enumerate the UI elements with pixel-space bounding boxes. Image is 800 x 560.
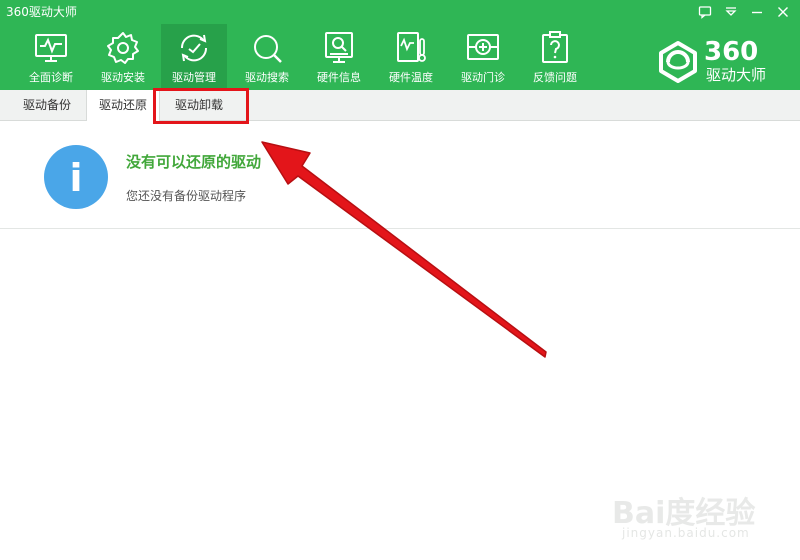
highlight-box xyxy=(153,88,249,124)
info-glyph: i xyxy=(69,156,82,200)
brand-name: 驱动大师 xyxy=(706,66,767,84)
tool-feedback[interactable]: 反馈问题 xyxy=(522,24,588,90)
monitor-search-icon xyxy=(321,30,357,66)
tool-driver-clinic[interactable]: 驱动门诊 xyxy=(450,24,516,90)
thermometer-icon xyxy=(393,30,429,66)
empty-state-description: 您还没有备份驱动程序 xyxy=(126,189,247,203)
tool-label: 驱动安装 xyxy=(101,71,145,84)
info-icon: i xyxy=(44,145,108,209)
tool-full-diagnosis[interactable]: 全面诊断 xyxy=(18,24,84,90)
tool-driver-search[interactable]: 驱动搜索 xyxy=(234,24,300,90)
menu-dropdown-icon[interactable] xyxy=(720,2,742,22)
tool-label: 驱动管理 xyxy=(172,71,216,84)
tool-hardware-info[interactable]: 硬件信息 xyxy=(306,24,372,90)
message-icon[interactable] xyxy=(694,2,716,22)
tab-driver-restore[interactable]: 驱动还原 xyxy=(86,90,160,121)
baidu-watermark: Bai度经验 jingyan.baidu.com xyxy=(612,488,792,548)
app-title: 360驱动大师 xyxy=(6,5,77,19)
monitor-pulse-icon xyxy=(33,30,69,66)
tab-driver-backup[interactable]: 驱动备份 xyxy=(10,90,84,120)
minimize-icon[interactable] xyxy=(746,2,768,22)
clinic-icon xyxy=(465,30,501,66)
tool-label: 硬件温度 xyxy=(389,71,433,84)
brand-number: 360 xyxy=(704,37,759,67)
sub-tab-bar: 驱动备份 驱动还原 驱动卸载 xyxy=(0,90,800,121)
empty-state-title: 没有可以还原的驱动 xyxy=(126,153,262,171)
tool-hardware-temperature[interactable]: 硬件温度 xyxy=(378,24,444,90)
tool-label: 硬件信息 xyxy=(317,71,361,84)
search-icon xyxy=(249,30,285,66)
title-bar[interactable]: 360驱动大师 xyxy=(0,0,800,24)
refresh-icon xyxy=(176,30,212,66)
brand-logo: 360 驱动大师 xyxy=(656,38,784,86)
tool-driver-install[interactable]: 驱动安装 xyxy=(90,24,156,90)
app-window: 360驱动大师 全面诊断 驱动安装 驱动管理 驱动搜索 硬件信息 硬件温度 驱动… xyxy=(0,0,800,560)
tool-label: 驱动门诊 xyxy=(461,71,505,84)
tool-driver-management[interactable]: 驱动管理 xyxy=(161,24,227,90)
gear-icon xyxy=(105,30,141,66)
tool-label: 驱动搜索 xyxy=(245,71,289,84)
close-icon[interactable] xyxy=(772,2,794,22)
empty-state-panel: i 没有可以还原的驱动 您还没有备份驱动程序 xyxy=(0,121,800,229)
question-icon xyxy=(537,30,573,66)
360-logo-icon xyxy=(659,41,697,83)
watermark-url: jingyan.baidu.com xyxy=(622,526,750,540)
tool-label: 反馈问题 xyxy=(533,71,577,84)
tool-label: 全面诊断 xyxy=(29,71,73,84)
window-controls xyxy=(694,2,794,22)
